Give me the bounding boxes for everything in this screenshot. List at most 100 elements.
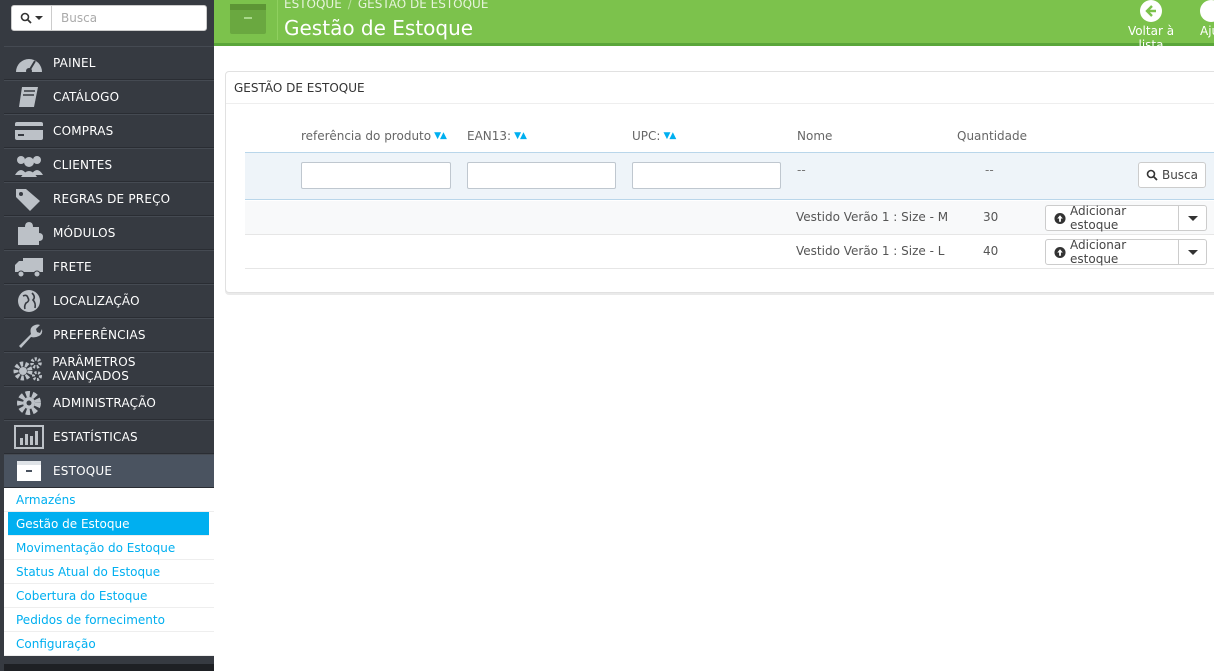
column-label: Nome (797, 129, 833, 143)
sort-icon[interactable]: ▼▲ (514, 131, 527, 141)
panel-title: GESTÃO DE ESTOQUE (226, 72, 1214, 104)
menu-label: PREFERÊNCIAS (53, 328, 146, 342)
row-quantity: 40 (983, 244, 999, 258)
puzzle-icon (4, 221, 53, 245)
page-header: ESTOQUE / GESTÃO DE ESTOQUE Gestão de Esto… (214, 0, 1214, 52)
help-icon (1200, 0, 1214, 22)
menu-item-clientes[interactable]: CLIENTES (4, 148, 214, 182)
main-menu: PAINEL CATÁLOGO COMPRAS CLIENTES REGRAS … (4, 46, 214, 488)
row-action-group: Adicionar estoque (1045, 238, 1207, 266)
menu-item-parametros-avancados[interactable]: PARÂMETROS AVANÇADOS (4, 352, 214, 386)
row-action-group: Adicionar estoque (1045, 204, 1207, 232)
search-icon (20, 12, 32, 24)
truck-icon (4, 256, 53, 278)
breadcrumb: ESTOQUE / GESTÃO DE ESTOQUE (284, 0, 488, 11)
arrow-circle-up-icon (1054, 212, 1066, 224)
submenu-item-movimentacao[interactable]: Movimentação do Estoque (4, 536, 214, 560)
menu-item-modulos[interactable]: MÓDULOS (4, 216, 214, 250)
archive-icon (230, 4, 266, 34)
row-actions-dropdown[interactable] (1179, 205, 1207, 231)
sidebar-search (11, 5, 207, 31)
filter-search-label: Busca (1161, 168, 1199, 182)
sort-icon[interactable]: ▼▲ (434, 131, 447, 141)
chevron-down-icon (35, 16, 43, 20)
breadcrumb-item[interactable]: ESTOQUE (284, 0, 342, 11)
column-header-upc: UPC: ▼▲ (632, 129, 676, 143)
menu-item-frete[interactable]: FRETE (4, 250, 214, 284)
row-actions-dropdown[interactable] (1179, 239, 1207, 265)
menu-label: ADMINISTRAÇÃO (53, 396, 157, 410)
wrench-icon (4, 322, 53, 348)
filter-row: -- -- Busca (245, 152, 1214, 200)
dashboard-icon (4, 52, 53, 74)
filter-reference-input[interactable] (301, 162, 451, 189)
menu-label: LOCALIZAÇÃO (53, 294, 140, 308)
submenu-item-cobertura[interactable]: Cobertura do Estoque (4, 584, 214, 608)
menu-label: ESTOQUE (53, 464, 113, 478)
menu-item-catalogo[interactable]: CATÁLOGO (4, 80, 214, 114)
menu-label: FRETE (53, 260, 92, 274)
submenu-item-gestao-de-estoque[interactable]: Gestão de Estoque (8, 512, 209, 536)
row-name: Vestido Verão 1 : Size - M (796, 210, 949, 224)
sidebar-footer (4, 664, 214, 671)
column-header-reference: referência do produto ▼▲ (301, 129, 447, 143)
menu-label: COMPRAS (53, 124, 114, 138)
column-header-ean13: EAN13: ▼▲ (467, 129, 527, 143)
menu-item-localizacao[interactable]: LOCALIZAÇÃO (4, 284, 214, 318)
column-label: Quantidade (957, 129, 1028, 143)
gear-icon (4, 390, 53, 416)
menu-item-estatisticas[interactable]: ESTATÍSTICAS (4, 420, 214, 454)
menu-label: CATÁLOGO (53, 90, 120, 104)
menu-label: PAINEL (53, 56, 96, 70)
menu-item-administracao[interactable]: ADMINISTRAÇÃO (4, 386, 214, 420)
menu-label: CLIENTES (53, 158, 113, 172)
menu-item-preferencias[interactable]: PREFERÊNCIAS (4, 318, 214, 352)
table-row: Vestido Verão 1 : Size - L 40 Adicionar … (245, 235, 1214, 269)
filter-quantity-placeholder: -- (985, 163, 994, 177)
column-label: EAN13: (467, 129, 512, 143)
search-icon (1146, 169, 1158, 181)
row-quantity: 30 (983, 210, 999, 224)
archive-icon (4, 459, 53, 483)
help-label: Aju (1200, 24, 1214, 38)
filter-upc-input[interactable] (632, 162, 781, 189)
menu-item-estoque[interactable]: ESTOQUE (4, 454, 214, 488)
breadcrumb-separator: / (347, 0, 352, 11)
add-stock-button[interactable]: Adicionar estoque (1045, 238, 1179, 266)
menu-item-compras[interactable]: COMPRAS (4, 114, 214, 148)
column-label: referência do produto (301, 129, 432, 143)
sidebar: PAINEL CATÁLOGO COMPRAS CLIENTES REGRAS … (0, 0, 214, 671)
submenu-item-status-atual[interactable]: Status Atual do Estoque (4, 560, 214, 584)
add-stock-label: Adicionar estoque (1070, 238, 1127, 266)
table-row: Vestido Verão 1 : Size - M 30 Adicionar … (245, 201, 1214, 235)
menu-item-painel[interactable]: PAINEL (4, 46, 214, 80)
filter-search-button[interactable]: Busca (1138, 162, 1206, 188)
column-label: UPC: (632, 129, 661, 143)
help-button[interactable]: Aju (1200, 0, 1214, 38)
page-title: Gestão de Estoque (284, 16, 474, 40)
menu-label: REGRAS DE PREÇO (53, 192, 171, 206)
menu-label: MÓDULOS (53, 226, 116, 240)
menu-item-regras-de-preco[interactable]: REGRAS DE PREÇO (4, 182, 214, 216)
search-scope-button[interactable] (12, 6, 52, 30)
submenu-item-armazens[interactable]: Armazéns (4, 488, 214, 512)
sort-icon[interactable]: ▼▲ (663, 131, 676, 141)
globe-icon (4, 288, 53, 314)
add-stock-button[interactable]: Adicionar estoque (1045, 204, 1179, 232)
credit-card-icon (4, 120, 53, 142)
back-to-list-button[interactable]: Voltar à lista (1116, 0, 1186, 52)
chevron-down-icon (1187, 249, 1198, 255)
filter-ean13-input[interactable] (467, 162, 616, 189)
menu-label: ESTATÍSTICAS (53, 430, 138, 444)
column-header-quantity: Quantidade (957, 129, 1027, 143)
bar-chart-icon (4, 425, 53, 449)
submenu-item-configuracao[interactable]: Configuração (4, 632, 214, 656)
submenu-item-pedidos[interactable]: Pedidos de fornecimento (4, 608, 214, 632)
breadcrumb-item[interactable]: GESTÃO DE ESTOQUE (358, 0, 489, 11)
users-icon (4, 153, 53, 177)
book-icon (4, 85, 53, 109)
back-to-list-label: Voltar à lista (1127, 24, 1175, 52)
add-stock-label: Adicionar estoque (1070, 204, 1127, 232)
stock-submenu: Armazéns Gestão de Estoque Movimentação … (4, 488, 214, 656)
search-input[interactable] (53, 6, 205, 30)
